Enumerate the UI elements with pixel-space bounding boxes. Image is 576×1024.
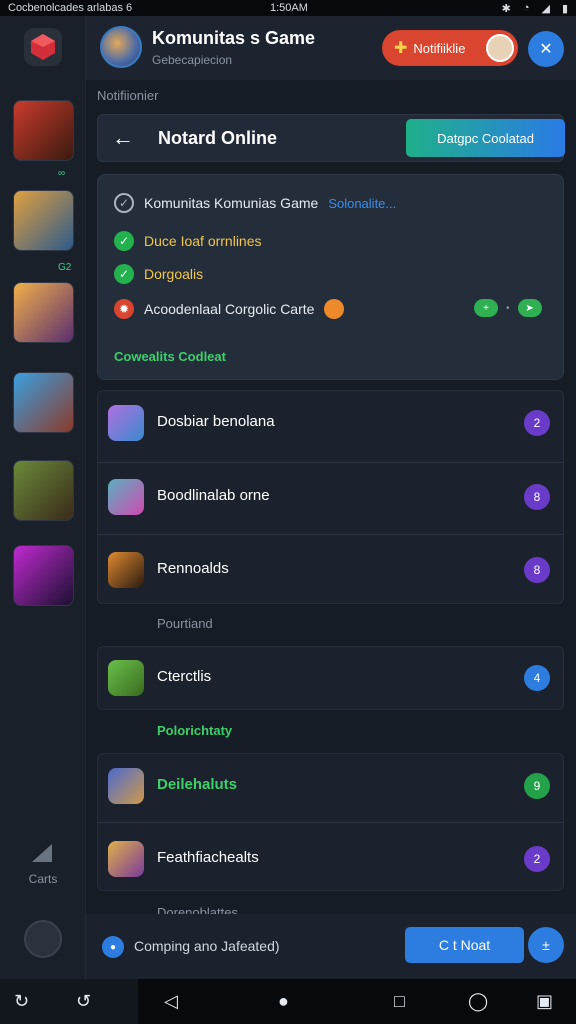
home-icon[interactable]: ●: [278, 991, 289, 1012]
notification-button[interactable]: ✚ Notifiiklie: [382, 30, 518, 66]
status-time: 1:50AM: [270, 2, 308, 14]
card-row-3-text: Dorgoalis: [144, 266, 204, 282]
list-item-label: Deilehaluts: [157, 776, 238, 793]
list-item[interactable]: Rennoalds 8: [97, 535, 564, 605]
card-row-4-text: Acoodenlaal Corgolic Carte: [144, 301, 315, 317]
game-thumb: [108, 552, 144, 588]
system-nav-bar: ↻ ↺ ◁ ● □ ◯ ▣: [0, 979, 576, 1024]
game-tag-2: G2: [58, 262, 72, 273]
game-thumb: [108, 405, 144, 441]
game-rail: ∞ G2 Carts: [0, 16, 86, 979]
game-tile-5[interactable]: [13, 460, 74, 521]
status-icons: ✱ ◔ ◢ ▮: [502, 2, 568, 15]
card-row-1[interactable]: ✓ Komunitas Komunias Game Solonalite...: [114, 193, 396, 213]
refresh-icon[interactable]: ↺: [76, 991, 91, 1012]
card-row-3[interactable]: ✓ Dorgoalis: [114, 264, 203, 284]
rotate-icon[interactable]: ↻: [14, 991, 29, 1012]
community-subtitle: Gebecapiecion: [152, 53, 233, 67]
section-label: Notifiionier: [97, 88, 159, 103]
card-row-1-text: Komunitas Komunias Game: [144, 195, 319, 211]
game-tag-1: ∞: [58, 168, 66, 179]
screenshot-icon[interactable]: ▣: [536, 991, 553, 1012]
circle-check-icon: ✓: [114, 193, 134, 213]
action-button[interactable]: Datgpc Coolatad: [406, 119, 565, 157]
arrow-pill-icon[interactable]: ➤: [517, 299, 542, 317]
carts-icon[interactable]: [32, 844, 52, 862]
status-card: ✓ Komunitas Komunias Game Solonalite... …: [97, 174, 564, 380]
community-avatar[interactable]: [100, 26, 142, 68]
chat-icon[interactable]: ◯: [468, 991, 488, 1012]
list-item[interactable]: Feathfiachealts 2: [97, 824, 564, 894]
wifi-icon: ◔: [522, 1, 530, 14]
list-item-label: Dosbiar benolana: [157, 413, 275, 430]
gear-icon: ✹: [114, 299, 134, 319]
group-label-1: Pourtiand: [157, 616, 213, 631]
count-badge: 2: [524, 410, 550, 436]
count-badge: 9: [524, 773, 550, 799]
card-row-2[interactable]: ✓ Duce Ioaf orrnlines: [114, 231, 262, 251]
recents-icon[interactable]: □: [394, 991, 405, 1012]
count-badge: 8: [524, 557, 550, 583]
game-thumb: [108, 841, 144, 877]
main-panel: Komunitas s Game Gebecapiecion ✚ Notifii…: [86, 16, 576, 979]
share-button[interactable]: ✕: [528, 31, 564, 67]
group-label-2: Polorichtaty: [157, 723, 233, 738]
divider: [97, 822, 564, 823]
check-icon: ✓: [114, 264, 134, 284]
count-badge: 2: [524, 846, 550, 872]
community-title: Komunitas s Game: [152, 28, 316, 48]
check-icon: ✓: [114, 231, 134, 251]
game-tile-4[interactable]: [13, 372, 74, 433]
carts-label[interactable]: Carts: [0, 872, 86, 886]
game-thumb: [108, 660, 144, 696]
list-item[interactable]: Boodlinalab orne 8: [97, 462, 564, 532]
card-pills: + • ➤: [474, 299, 542, 317]
battery-icon: ▮: [561, 2, 568, 15]
app-logo-icon[interactable]: [24, 28, 62, 66]
game-tile-2[interactable]: [13, 190, 74, 251]
signal-icon: ◢: [541, 2, 550, 15]
status-bar: Cocbenolcades arlabas 6 1:50AM ✱ ◔ ◢ ▮: [0, 0, 576, 16]
share-icon: ✕: [539, 41, 553, 58]
list-item-label: Boodlinalab orne: [157, 487, 270, 504]
count-badge: 4: [524, 665, 550, 691]
emoji-icon: [324, 299, 345, 319]
list-item-label: Rennoalds: [157, 560, 229, 577]
notification-label: Notifiiklie: [413, 40, 466, 56]
plus-pill-icon[interactable]: +: [474, 299, 498, 317]
count-badge: 8: [524, 484, 550, 510]
card-row-2-text: Duce Ioaf orrnlines: [144, 233, 262, 249]
game-thumb: [108, 479, 144, 515]
bluetooth-icon: ✱: [501, 2, 511, 15]
card-row-1-link[interactable]: Solonalite...: [328, 196, 396, 211]
card-footer[interactable]: Cowealits Codleat: [114, 349, 226, 364]
dot-separator-icon: •: [506, 302, 510, 314]
title-bar: ← Notard Online Datgpc Coolatad: [97, 114, 565, 162]
page-title: Notard Online: [158, 128, 278, 148]
game-tile-3[interactable]: [13, 282, 74, 343]
user-avatar: [486, 34, 514, 62]
puzzle-icon: ✚: [394, 40, 408, 57]
game-tile-1[interactable]: [13, 100, 74, 161]
game-tile-6[interactable]: [13, 545, 74, 606]
profile-knob-icon[interactable]: [24, 920, 62, 958]
game-thumb: [108, 768, 144, 804]
header: Komunitas s Game Gebecapiecion ✚ Notifii…: [86, 16, 576, 80]
list-item[interactable]: Dosbiar benolana 2: [97, 388, 564, 458]
list-item-label: Cterctlis: [157, 668, 212, 685]
card-row-4[interactable]: ✹ Acoodenlaal Corgolic Carte: [114, 299, 345, 319]
back-icon[interactable]: ◁: [164, 991, 178, 1012]
list-item[interactable]: Cterctlis 4: [97, 643, 564, 713]
info-icon: ●: [102, 936, 124, 958]
footer-primary-button[interactable]: C t Noat: [405, 927, 524, 963]
list-item-label: Feathfiachealts: [157, 849, 259, 866]
footer-text: Comping ano Jafeated): [134, 938, 280, 954]
footer-bar: ● Comping ano Jafeated) C t Noat ±: [86, 914, 576, 979]
back-arrow-icon[interactable]: ←: [112, 125, 134, 151]
status-left-text: Cocbenolcades arlabas 6: [8, 2, 133, 14]
list-item[interactable]: Deilehaluts 9: [97, 751, 564, 821]
footer-secondary-button[interactable]: ±: [528, 927, 564, 963]
